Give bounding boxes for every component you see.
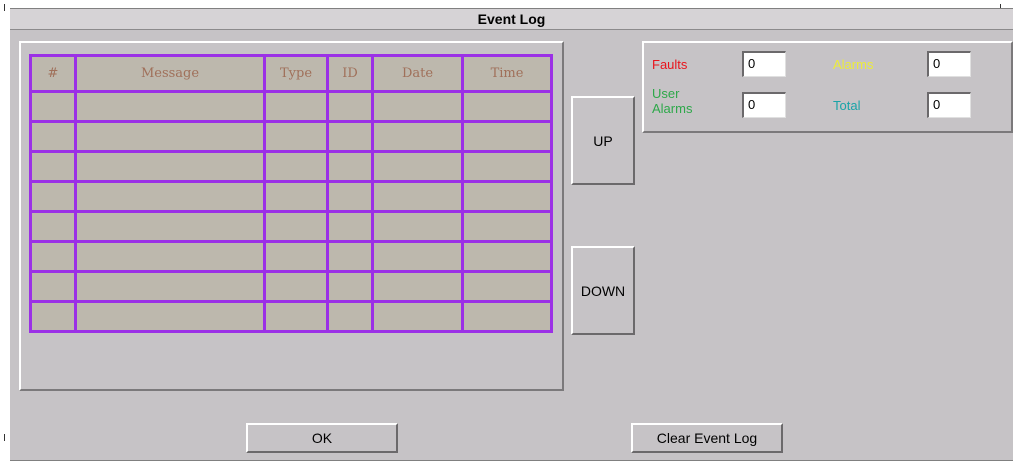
table-header-row: # Message Type ID Date Time	[29, 54, 553, 93]
user-alarms-label: User Alarms	[652, 86, 693, 116]
cell-type	[263, 270, 329, 303]
down-button[interactable]: DOWN	[571, 246, 635, 335]
table-row[interactable]	[29, 210, 553, 243]
faults-label: Faults	[652, 57, 688, 72]
cell-number	[29, 240, 77, 273]
cell-id	[326, 90, 374, 123]
column-header-time: Time	[461, 54, 553, 93]
table-row[interactable]	[29, 180, 553, 213]
cell-message	[74, 120, 266, 153]
cell-number	[29, 120, 77, 153]
user-alarms-count-field[interactable]: 0	[742, 92, 786, 118]
column-header-message: Message	[74, 54, 266, 93]
cell-number	[29, 300, 77, 333]
cell-date	[371, 120, 464, 153]
cell-id	[326, 150, 374, 183]
cell-message	[74, 240, 266, 273]
column-header-type: Type	[263, 54, 329, 93]
table-row[interactable]	[29, 150, 553, 183]
ok-button[interactable]: OK	[246, 423, 398, 453]
corner-tick-bottom-left	[4, 434, 5, 441]
event-counts-panel: Faults 0 Alarms 0 User Alarms 0 Total 0	[642, 41, 1013, 133]
total-count-field[interactable]: 0	[927, 92, 971, 118]
cell-type	[263, 300, 329, 333]
event-table-panel: # Message Type ID Date Time	[19, 41, 564, 391]
cell-date	[371, 150, 464, 183]
cell-number	[29, 210, 77, 243]
cell-time	[461, 150, 553, 183]
cell-type	[263, 210, 329, 243]
cell-number	[29, 90, 77, 123]
cell-id	[326, 270, 374, 303]
clear-event-log-button[interactable]: Clear Event Log	[631, 423, 783, 453]
alarms-label: Alarms	[833, 57, 874, 72]
cell-message	[74, 270, 266, 303]
cell-id	[326, 210, 374, 243]
cell-id	[326, 300, 374, 333]
cell-id	[326, 180, 374, 213]
corner-tick-top-left	[4, 4, 5, 11]
cell-number	[29, 180, 77, 213]
cell-type	[263, 90, 329, 123]
cell-message	[74, 300, 266, 333]
cell-date	[371, 270, 464, 303]
cell-time	[461, 300, 553, 333]
table-row[interactable]	[29, 240, 553, 273]
up-button[interactable]: UP	[571, 96, 635, 185]
cell-time	[461, 240, 553, 273]
column-header-date: Date	[371, 54, 464, 93]
cell-time	[461, 180, 553, 213]
column-header-id: ID	[326, 54, 374, 93]
cell-date	[371, 180, 464, 213]
column-header-number: #	[29, 54, 77, 93]
window-title: Event Log	[10, 9, 1013, 30]
cell-message	[74, 180, 266, 213]
cell-date	[371, 210, 464, 243]
faults-count-field[interactable]: 0	[742, 51, 786, 77]
cell-message	[74, 90, 266, 123]
cell-time	[461, 270, 553, 303]
table-row[interactable]	[29, 90, 553, 123]
cell-type	[263, 240, 329, 273]
cell-message	[74, 150, 266, 183]
table-row[interactable]	[29, 120, 553, 153]
cell-time	[461, 90, 553, 123]
cell-id	[326, 120, 374, 153]
total-label: Total	[833, 98, 861, 113]
event-table: # Message Type ID Date Time	[29, 54, 553, 333]
cell-date	[371, 240, 464, 273]
cell-id	[326, 240, 374, 273]
cell-date	[371, 90, 464, 123]
cell-date	[371, 300, 464, 333]
cell-time	[461, 120, 553, 153]
cell-type	[263, 180, 329, 213]
cell-type	[263, 150, 329, 183]
cell-message	[74, 210, 266, 243]
event-table-body	[29, 90, 553, 333]
cell-time	[461, 210, 553, 243]
alarms-count-field[interactable]: 0	[927, 51, 971, 77]
table-row[interactable]	[29, 300, 553, 333]
event-log-window: Event Log # Message Type ID Date Time UP…	[10, 8, 1013, 461]
cell-type	[263, 120, 329, 153]
table-row[interactable]	[29, 270, 553, 303]
cell-number	[29, 270, 77, 303]
cell-number	[29, 150, 77, 183]
